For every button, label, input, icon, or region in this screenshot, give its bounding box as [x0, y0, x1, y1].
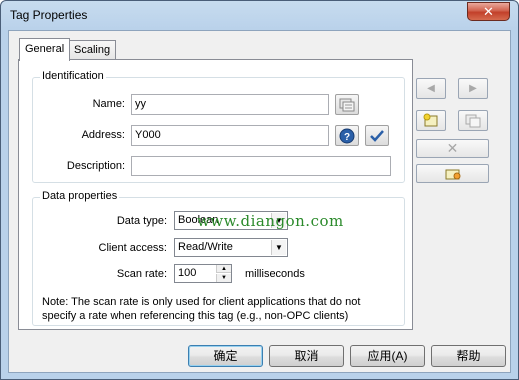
spin-up-icon[interactable]: ▲ — [216, 265, 231, 273]
tag-properties-window: Tag Properties ✕ General Scaling Identif… — [0, 0, 519, 380]
browse-tags-icon — [339, 98, 355, 111]
browse-tags-button[interactable] — [335, 94, 359, 115]
scan-rate-note: Note: The scan rate is only used for cli… — [42, 296, 361, 322]
validate-address-button[interactable] — [365, 125, 389, 146]
next-tag-button[interactable]: ▶ — [458, 78, 488, 99]
help-icon: ? — [339, 128, 355, 143]
address-field[interactable]: Y000 — [131, 125, 329, 146]
name-field[interactable]: yy — [131, 94, 329, 115]
auto-generate-button[interactable] — [416, 164, 489, 183]
description-field[interactable] — [131, 156, 391, 176]
identification-legend: Identification — [40, 70, 106, 82]
watermark-text: www.diangon.com — [197, 212, 344, 230]
address-help-button[interactable]: ? — [335, 125, 359, 146]
previous-tag-button[interactable]: ◀ — [416, 78, 446, 99]
delete-icon: ✕ — [446, 140, 459, 156]
chevron-down-icon: ▼ — [271, 240, 286, 255]
close-button[interactable]: ✕ — [467, 2, 510, 21]
tab-general[interactable]: General — [19, 38, 71, 61]
title-bar[interactable]: Tag Properties ✕ — [1, 1, 518, 29]
apply-button[interactable]: 应用(A) — [350, 345, 425, 367]
tab-scaling[interactable]: Scaling — [68, 40, 117, 61]
client-access-label: Client access: — [98, 242, 167, 254]
ok-button[interactable]: 确定 — [188, 345, 263, 367]
delete-tag-button[interactable]: ✕ — [416, 139, 489, 158]
window-title: Tag Properties — [10, 8, 88, 22]
scan-rate-value: 100 — [178, 267, 197, 279]
duplicate-icon — [465, 114, 481, 127]
identification-group: Identification Name: yy Address: Y000 ? … — [32, 70, 405, 183]
scan-rate-unit: milliseconds — [245, 268, 305, 280]
data-properties-legend: Data properties — [40, 190, 120, 202]
check-icon — [370, 129, 384, 142]
new-tag-button[interactable] — [416, 110, 446, 131]
data-type-label: Data type: — [116, 215, 167, 227]
description-label: Description: — [66, 160, 125, 172]
address-label: Address: — [81, 129, 125, 141]
cancel-button[interactable]: 取消 — [269, 345, 344, 367]
client-access-value: Read/Write — [178, 241, 233, 253]
new-tag-icon — [423, 113, 438, 126]
previous-icon: ◀ — [427, 83, 435, 94]
client-access-select[interactable]: Read/Write ▼ — [174, 238, 288, 257]
auto-generate-icon — [445, 169, 460, 179]
help-button[interactable]: 帮助 — [431, 345, 506, 367]
next-icon: ▶ — [469, 83, 477, 94]
name-label: Name: — [92, 98, 125, 110]
general-tab-panel: Identification Name: yy Address: Y000 ? … — [18, 59, 413, 330]
dialog-client-area: General Scaling Identification Name: yy … — [8, 30, 511, 373]
duplicate-tag-button[interactable] — [458, 110, 488, 131]
svg-text:?: ? — [344, 132, 350, 143]
scan-rate-stepper[interactable]: 100 ▲ ▼ — [174, 264, 232, 283]
spin-down-icon[interactable]: ▼ — [216, 274, 231, 282]
scan-rate-label: Scan rate: — [116, 268, 167, 280]
